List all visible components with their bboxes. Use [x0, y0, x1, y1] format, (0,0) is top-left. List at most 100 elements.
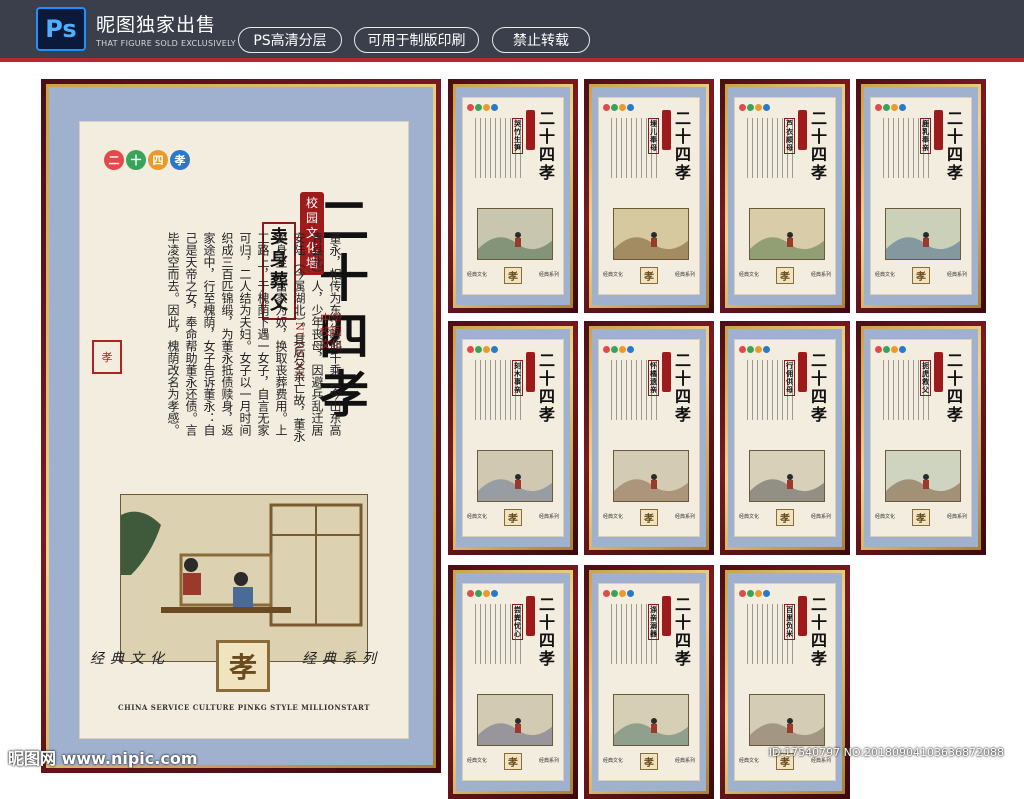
- badge-dot-icon: [763, 346, 770, 353]
- badge-dot-icon: [475, 104, 482, 111]
- story-illustration: [749, 208, 825, 260]
- badge-dot-icon: [875, 346, 882, 353]
- badge-dot-icon: [627, 346, 634, 353]
- badge-row: [467, 590, 498, 597]
- seal-strip: [662, 596, 671, 636]
- top-banner: Ps 昵图独家出售 THAT FIGURE SOLD EXCLUSIVELY P…: [0, 0, 1024, 62]
- badge-dot-icon: [739, 104, 746, 111]
- xiao-seal: 孝: [504, 509, 522, 526]
- badge-row: 二 十 四 孝: [104, 150, 190, 170]
- poster-title: 二十四孝: [946, 109, 963, 182]
- badge-row: [603, 346, 634, 353]
- poster-title: 二十四孝: [674, 351, 691, 424]
- badge-dot-icon: [611, 104, 618, 111]
- footer-left-text: 经典文化: [739, 514, 760, 520]
- badge-dot-icon: [603, 346, 610, 353]
- seal-strip: [662, 352, 671, 392]
- small-poster: 刻木事亲 二十四孝经典文化 经典系列 孝: [462, 339, 564, 537]
- badge-dot-icon: [883, 346, 890, 353]
- poster-subtitle: 尝粪忧心: [512, 604, 523, 640]
- seal-strip: [526, 596, 535, 636]
- badge-dot-icon: [747, 104, 754, 111]
- small-poster-frame: 行佣供母 二十四孝 经典文化 经典系列 孝: [720, 321, 850, 555]
- badge-dot-icon: [763, 590, 770, 597]
- small-poster-frame: 芦衣顺母 二十四孝 经典文化 经典系列 孝: [720, 79, 850, 313]
- footer-right-text: 经典系列: [674, 514, 695, 520]
- badge-row: [875, 104, 906, 111]
- badge-dot-icon: [483, 346, 490, 353]
- xiao-seal: 孝: [912, 267, 930, 284]
- badge-dot-icon: [755, 590, 762, 597]
- badge: 孝: [170, 150, 190, 170]
- badge-dot-icon: [483, 104, 490, 111]
- seal-strip: [662, 110, 671, 150]
- poster-subtitle: 扼虎救父: [920, 360, 931, 396]
- poster-subtitle: 行佣供母: [784, 360, 795, 396]
- xiao-seal: 孝: [504, 267, 522, 284]
- footer-left-text: 经典文化: [90, 651, 170, 667]
- footer-left-text: 经典文化: [467, 758, 488, 764]
- xiao-seal: 孝: [912, 509, 930, 526]
- footer-left-text: 经典文化: [467, 514, 488, 520]
- footer-left-text: 经典文化: [875, 272, 896, 278]
- badge-dot-icon: [611, 346, 618, 353]
- story-illustration: [749, 450, 825, 502]
- small-poster-frame: 埋儿奉母 二十四孝 经典文化 经典系列 孝: [584, 79, 714, 313]
- footer-right-text: 经典系列: [674, 272, 695, 278]
- footer-right-text: 经典系列: [538, 758, 559, 764]
- poster-subtitle: 刻木事亲: [512, 360, 523, 396]
- small-poster-frame: 刻木事亲 二十四孝经典文化 经典系列 孝: [448, 321, 578, 555]
- footer-right-text: 经典系列: [810, 272, 831, 278]
- footer-right-text: 经典系列: [810, 514, 831, 520]
- footer-left-text: 经典文化: [603, 758, 624, 764]
- badge-row: [739, 346, 770, 353]
- poster-subtitle: 埋儿奉母: [648, 118, 659, 154]
- story-illustration: [477, 450, 553, 502]
- english-footer: CHINA SERVICE CULTURE PINKG STYLE MILLIO…: [118, 703, 370, 712]
- badge-row: [467, 104, 498, 111]
- xiao-seal: 孝: [216, 640, 270, 692]
- badge-dot-icon: [891, 346, 898, 353]
- badge-dot-icon: [747, 346, 754, 353]
- badge-dot-icon: [475, 590, 482, 597]
- footer-right-text: 经典系列: [538, 272, 559, 278]
- small-poster: 扼虎救父 二十四孝 经典文化 经典系列 孝: [870, 339, 972, 537]
- small-poster-frame: 扼虎救父 二十四孝 经典文化 经典系列 孝: [856, 321, 986, 555]
- badge-dot-icon: [619, 346, 626, 353]
- poster-body-text: 董永，相传为东汉时期千乘（今山东高青县北）人，少年丧母，因避兵乱迁居安陆（今属湖…: [166, 232, 342, 442]
- weaving-illustration: [120, 494, 368, 662]
- badge-row: [739, 104, 770, 111]
- badge-row: [875, 346, 906, 353]
- watermark: 昵图网 www.nipic.com: [8, 749, 198, 768]
- large-poster: 二 十 四 孝 二十四孝 校园文化墙 卖身葬父 NURSING 中华校园文化 董…: [79, 121, 409, 739]
- poster-title: 二十四孝: [810, 595, 827, 668]
- badge-dot-icon: [899, 104, 906, 111]
- badge-dot-icon: [491, 104, 498, 111]
- seal-strip: [798, 352, 807, 392]
- footer-right-text: 经典系列: [946, 514, 967, 520]
- poster-subtitle: 鹿乳奉亲: [920, 118, 931, 154]
- poster-subtitle: 哭竹生笋: [512, 118, 523, 154]
- small-poster-frame: 哭竹生笋 二十四孝 经典文化 经典系列 孝: [448, 79, 578, 313]
- badge: 四: [148, 150, 168, 170]
- poster-subtitle: 芦衣顺母: [784, 118, 795, 154]
- small-poster-frame: 百里负米 二十四孝 经典文化 经典系列孝: [720, 565, 850, 799]
- pill-printable: 可用于制版印刷: [354, 27, 479, 53]
- poster-title: 二十四孝: [538, 351, 555, 424]
- poster-title: 二十四孝: [674, 109, 691, 182]
- badge-row: [467, 346, 498, 353]
- poster-subtitle: 百里负米: [784, 604, 795, 640]
- badge-dot-icon: [891, 104, 898, 111]
- small-poster: 涤亲溺器 二十四孝 经典文化 经典系列 孝: [598, 583, 700, 781]
- seal-strip: [934, 352, 943, 392]
- footer-left-text: 经典文化: [603, 514, 624, 520]
- xiao-seal: 孝: [640, 509, 658, 526]
- badge-dot-icon: [483, 590, 490, 597]
- image-id: ID:17540797 NO:20180904103636872088: [768, 746, 1004, 759]
- seal-strip: [526, 352, 535, 392]
- xiao-seal: 孝: [776, 509, 794, 526]
- banner-title: 昵图独家出售: [96, 14, 217, 36]
- large-poster-frame: 二 十 四 孝 二十四孝 校园文化墙 卖身葬父 NURSING 中华校园文化 董…: [41, 79, 441, 773]
- seal-strip: [798, 596, 807, 636]
- footer-right-text: 经典系列: [538, 514, 559, 520]
